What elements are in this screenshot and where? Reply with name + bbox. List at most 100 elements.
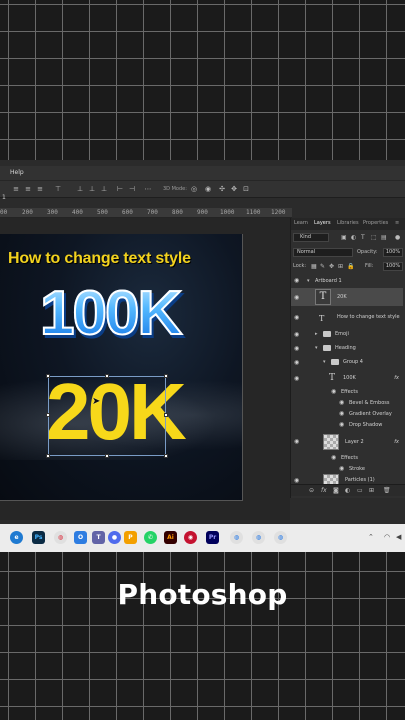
transform-handle[interactable] [164,454,168,458]
visibility-eye-icon[interactable]: ◉ [339,399,344,406]
layer-row-artboard[interactable]: ◉ ▾ Artboard 1 [291,276,403,286]
chevron-down-icon[interactable]: ▾ [315,345,318,351]
3d-roll-icon[interactable]: ◉ [204,185,212,193]
align-center-icon[interactable]: ≡ [24,185,32,193]
layer-row-heading[interactable]: ◉ ▾ Heading [291,342,403,354]
filter-shape-icon[interactable]: ⬚ [371,234,377,241]
illustrator-icon[interactable]: Ai [164,531,177,544]
lock-pixels-icon[interactable]: ▦ [311,263,317,270]
panel-menu-icon[interactable]: ≡ [395,220,399,226]
canvas-area[interactable]: How to change text style 100K 20K ➤ [0,218,290,520]
plotagon-icon[interactable]: P [124,531,137,544]
chrome-profile-icon[interactable]: ◍ [252,531,265,544]
opacity-input[interactable]: 100% [383,248,403,257]
outlook-icon[interactable]: O [74,531,87,544]
premiere-pro-icon[interactable]: Pr [206,531,219,544]
transform-handle[interactable] [164,413,168,417]
distribute-bottom-icon[interactable]: ⊥ [100,185,108,193]
distribute-right-icon[interactable]: ⊣ [128,185,136,193]
kind-filter-select[interactable]: Kind [293,233,329,242]
tab-properties[interactable]: Properties [363,220,388,226]
more-options-icon[interactable]: ⋯ [144,185,152,193]
transform-handle[interactable] [164,374,168,378]
visibility-eye-icon[interactable]: ◉ [331,388,336,395]
visibility-eye-icon[interactable]: ◉ [294,345,299,352]
filter-smart-object-icon[interactable]: ▤ [381,234,387,241]
3d-scale-icon[interactable]: ⊡ [242,185,250,193]
teams-icon[interactable]: T [92,531,105,544]
messenger-icon[interactable]: ● [108,531,121,544]
tab-libraries[interactable]: Libraries [337,220,359,226]
visibility-eye-icon[interactable]: ◉ [294,438,299,445]
visibility-eye-icon[interactable]: ◉ [294,277,299,284]
3d-orbit-icon[interactable]: ◎ [190,185,198,193]
lock-artboard-icon[interactable]: ⊞ [338,263,343,270]
align-right-icon[interactable]: ≡ [36,185,44,193]
chevron-up-icon[interactable]: ⌃ [368,533,374,541]
chrome-icon[interactable]: ◍ [54,531,67,544]
align-top-icon[interactable]: ⊤ [54,185,62,193]
3d-slide-icon[interactable]: ✥ [230,185,238,193]
artboard-100k-text[interactable]: 100K [39,281,183,347]
visibility-eye-icon[interactable]: ◉ [294,477,299,484]
artboard[interactable]: How to change text style 100K 20K ➤ [0,234,243,501]
distribute-middle-icon[interactable]: ⊥ [88,185,96,193]
layer-row-group-4[interactable]: ◉ ▾ Group 4 [291,356,403,368]
transform-handle[interactable] [105,374,109,378]
effect-row-gradient-overlay[interactable]: ◉ Gradient Overlay [291,409,403,419]
new-group-icon[interactable]: ▭ [357,487,363,494]
add-mask-icon[interactable]: ◙ [333,487,339,494]
new-layer-icon[interactable]: ⊞ [369,487,374,494]
chevron-right-icon[interactable]: ▸ [315,331,318,337]
adjustment-layer-icon[interactable]: ◐ [345,487,350,494]
filter-type-icon[interactable]: T [361,234,365,241]
layer-effects-fx-icon[interactable]: fx [394,439,399,445]
layer-row-20k[interactable]: ◉ T 20K [291,288,403,306]
menu-item-help[interactable]: Help [10,169,24,176]
blend-mode-select[interactable]: Normal [293,248,353,257]
visibility-eye-icon[interactable]: ◉ [294,359,299,366]
3d-pan-icon[interactable]: ✣ [218,185,226,193]
chevron-down-icon[interactable]: ▾ [323,359,326,365]
add-style-fx-icon[interactable]: fx [321,487,327,494]
wifi-icon[interactable]: ◠ [384,533,390,541]
visibility-eye-icon[interactable]: ◉ [294,314,299,321]
chrome-profile-icon[interactable]: ◍ [274,531,287,544]
speaker-icon[interactable]: ◀ [396,533,401,541]
visibility-eye-icon[interactable]: ◉ [339,465,344,472]
effects-row[interactable]: ◉ Effects [291,387,403,397]
transform-handle[interactable] [46,413,50,417]
delete-layer-icon[interactable]: 🗑 [383,487,391,494]
visibility-eye-icon[interactable]: ◉ [331,454,336,461]
visibility-eye-icon[interactable]: ◉ [339,421,344,428]
layer-effects-fx-icon[interactable]: fx [394,375,399,381]
distribute-top-icon[interactable]: ⊥ [76,185,84,193]
transform-handle[interactable] [46,374,50,378]
filter-adjustment-icon[interactable]: ◐ [351,234,356,241]
fill-input[interactable]: 100% [383,262,403,271]
tab-learn[interactable]: Learn [294,220,308,226]
lock-position-icon[interactable]: ✥ [329,263,334,270]
artboard-title-text[interactable]: How to change text style [8,250,238,268]
transform-bounding-box[interactable] [46,374,168,458]
effect-row-bevel-emboss[interactable]: ◉ Bevel & Emboss [291,398,403,408]
layer-row-emoji[interactable]: ◉ ▸ Emoji [291,328,403,340]
filter-toggle-icon[interactable]: ● [395,234,400,241]
layer-row-title[interactable]: ◉ T How to change text style [291,310,403,324]
photoshop-app-icon[interactable]: Ps [32,531,45,544]
distribute-left-icon[interactable]: ⊢ [116,185,124,193]
lock-all-icon[interactable]: 🔒 [347,263,354,270]
transform-handle[interactable] [46,454,50,458]
effects-row[interactable]: ◉ Effects [291,453,403,463]
effect-row-drop-shadow[interactable]: ◉ Drop Shadow [291,420,403,430]
visibility-eye-icon[interactable]: ◉ [294,331,299,338]
whatsapp-icon[interactable]: ✆ [144,531,157,544]
chrome-profile-icon[interactable]: ◍ [230,531,243,544]
lock-image-icon[interactable]: ✎ [320,263,325,270]
edge-browser-icon[interactable]: e [10,531,23,544]
layer-row-layer-2[interactable]: ◉ Layer 2 fx [291,432,403,452]
align-left-icon[interactable]: ≡ [12,185,20,193]
effect-row-stroke[interactable]: ◉ Stroke [291,464,403,474]
chevron-down-icon[interactable]: ▾ [307,278,310,284]
transform-handle[interactable] [105,454,109,458]
